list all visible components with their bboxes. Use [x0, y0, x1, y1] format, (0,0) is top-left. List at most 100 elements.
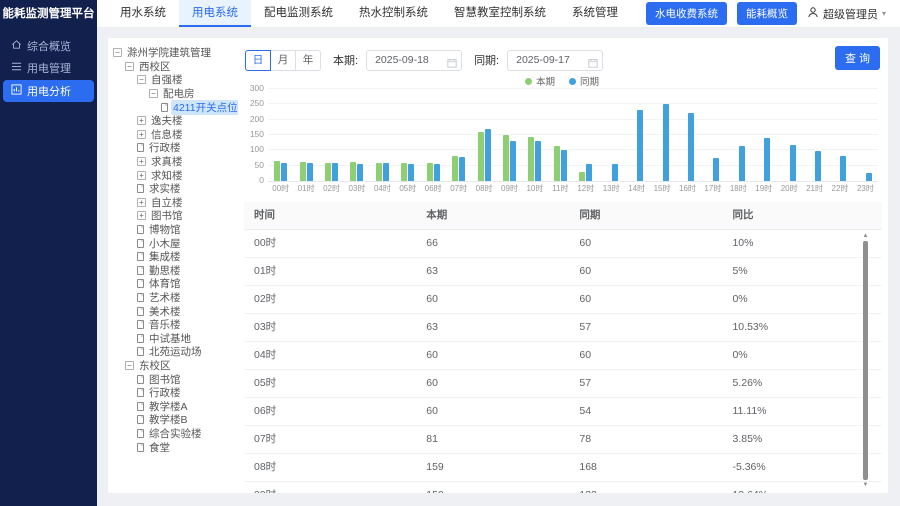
- table-cell: 04时: [244, 342, 416, 369]
- sidebar-item-power-analysis[interactable]: 用电分析: [3, 80, 94, 102]
- same-period-field: [507, 50, 603, 71]
- x-axis-tick-label: 16时: [675, 183, 700, 194]
- tree-node[interactable]: +自立楼: [108, 196, 238, 210]
- tree-node-label[interactable]: 配电房: [161, 86, 197, 101]
- scrollbar-thumb[interactable]: [863, 241, 868, 480]
- table-cell: -5.36%: [722, 454, 882, 481]
- bar-本期: [478, 132, 484, 181]
- user-menu[interactable]: 超级管理员 ▾: [807, 6, 886, 22]
- tree-node[interactable]: −西校区: [108, 60, 238, 74]
- period-year-button[interactable]: 年: [295, 50, 321, 71]
- expand-icon[interactable]: +: [137, 116, 146, 125]
- document-icon: [137, 225, 144, 234]
- tree-node[interactable]: −配电房: [108, 87, 238, 101]
- tab-smart-classroom[interactable]: 智慧教室控制系统: [441, 0, 559, 27]
- collapse-icon[interactable]: −: [125, 361, 134, 370]
- expand-icon[interactable]: +: [137, 130, 146, 139]
- tab-water-system[interactable]: 用水系统: [107, 0, 179, 27]
- tree-node[interactable]: 体育馆: [108, 277, 238, 291]
- collapse-icon[interactable]: −: [113, 48, 122, 57]
- sidebar-item-power-mgmt[interactable]: 用电管理: [3, 58, 94, 78]
- tree-node[interactable]: −滁州学院建筑管理: [108, 46, 238, 60]
- y-axis-tick-label: 300: [250, 83, 264, 93]
- bar-同期: [434, 164, 440, 181]
- collapse-icon[interactable]: −: [149, 89, 158, 98]
- tree-node[interactable]: 行政楼: [108, 141, 238, 155]
- bar-同期: [739, 146, 745, 181]
- tree-node[interactable]: 美术楼: [108, 304, 238, 318]
- tab-system-mgmt[interactable]: 系统管理: [559, 0, 631, 27]
- table-cell: 81: [416, 426, 569, 453]
- scroll-down-icon[interactable]: ▼: [861, 481, 870, 489]
- tree-node[interactable]: +信息楼: [108, 128, 238, 142]
- scroll-up-icon[interactable]: ▲: [861, 232, 870, 240]
- bar-group: 16时: [675, 90, 700, 181]
- collapse-icon[interactable]: −: [125, 62, 134, 71]
- tree-node[interactable]: 教学楼A: [108, 399, 238, 413]
- tab-hot-water-control[interactable]: 热水控制系统: [346, 0, 441, 27]
- tree-node[interactable]: 中试基地: [108, 331, 238, 345]
- sidebar-item-overview[interactable]: 综合概览: [3, 36, 94, 56]
- table-cell: 66: [416, 230, 569, 257]
- expand-icon[interactable]: +: [137, 211, 146, 220]
- tree-node[interactable]: 综合实验楼: [108, 427, 238, 441]
- y-axis-tick-label: 150: [250, 129, 264, 139]
- tree-node[interactable]: 博物馆: [108, 223, 238, 237]
- bar-同期: [332, 163, 338, 181]
- bar-group: 10时: [522, 90, 547, 181]
- topbar-right: 水电收费系统 能耗概览 超级管理员 ▾: [646, 0, 900, 27]
- tree-node[interactable]: +求真楼: [108, 155, 238, 169]
- chart-icon: [11, 84, 22, 98]
- bar-groups: 00时01时02时03时04时05时06时07时08时09时10时11时12时1…: [268, 90, 878, 181]
- tree-node[interactable]: −自强楼: [108, 73, 238, 87]
- tree-node[interactable]: 勤思楼: [108, 264, 238, 278]
- tree-node[interactable]: +逸夫楼: [108, 114, 238, 128]
- tree-node[interactable]: 教学楼B: [108, 413, 238, 427]
- utility-billing-button[interactable]: 水电收费系统: [646, 2, 727, 25]
- table-cell: 09时: [244, 482, 416, 493]
- tree-node[interactable]: 北苑运动场: [108, 345, 238, 359]
- table-row: 09时15013213.64%: [244, 482, 882, 493]
- bar-group: 12时: [573, 90, 598, 181]
- bar-group: 01时: [293, 90, 318, 181]
- tree-node[interactable]: 行政楼: [108, 386, 238, 400]
- tree-node[interactable]: 集成楼: [108, 250, 238, 264]
- tree-node[interactable]: 食堂: [108, 440, 238, 454]
- table-cell: 0%: [722, 286, 882, 313]
- legend-item[interactable]: 本期: [525, 74, 555, 88]
- bar-同期: [637, 110, 643, 181]
- tree-node[interactable]: 求实楼: [108, 182, 238, 196]
- table-row: 06时605411.11%: [244, 398, 882, 426]
- tab-distribution-monitor[interactable]: 配电监测系统: [251, 0, 346, 27]
- x-axis-tick-label: 17时: [700, 183, 725, 194]
- bar-本期: [503, 135, 509, 181]
- bar-本期: [300, 162, 306, 181]
- tree-node[interactable]: 音乐楼: [108, 318, 238, 332]
- tree-node[interactable]: 图书馆: [108, 372, 238, 386]
- tree-node[interactable]: 艺术楼: [108, 291, 238, 305]
- expand-icon[interactable]: +: [137, 198, 146, 207]
- query-toolbar: 日 月 年 本期: 同期: 查 询: [238, 38, 888, 74]
- table-scrollbar[interactable]: ▲ ▼: [861, 232, 870, 489]
- expand-icon[interactable]: +: [137, 171, 146, 180]
- query-button[interactable]: 查 询: [835, 46, 880, 70]
- tab-power-system[interactable]: 用电系统: [179, 0, 251, 27]
- y-axis-tick-label: 100: [250, 144, 264, 154]
- bar-group: 15时: [649, 90, 674, 181]
- period-month-button[interactable]: 月: [270, 50, 296, 71]
- analysis-panel: 日 月 年 本期: 同期: 查 询: [238, 38, 888, 493]
- table-cell: 60: [569, 342, 722, 369]
- bar-group: 03时: [344, 90, 369, 181]
- energy-overview-button[interactable]: 能耗概览: [737, 2, 797, 25]
- tree-node[interactable]: 4211开关点位: [108, 100, 238, 114]
- tree-node[interactable]: −东校区: [108, 359, 238, 373]
- period-day-button[interactable]: 日: [245, 50, 271, 71]
- legend-item[interactable]: 同期: [569, 74, 599, 88]
- tree-node[interactable]: +求知楼: [108, 168, 238, 182]
- table-cell: 13.64%: [722, 482, 882, 493]
- collapse-icon[interactable]: −: [137, 75, 146, 84]
- tree-node[interactable]: 小木屋: [108, 236, 238, 250]
- expand-icon[interactable]: +: [137, 157, 146, 166]
- tree-node-label[interactable]: 食堂: [147, 440, 172, 455]
- tree-node[interactable]: +图书馆: [108, 209, 238, 223]
